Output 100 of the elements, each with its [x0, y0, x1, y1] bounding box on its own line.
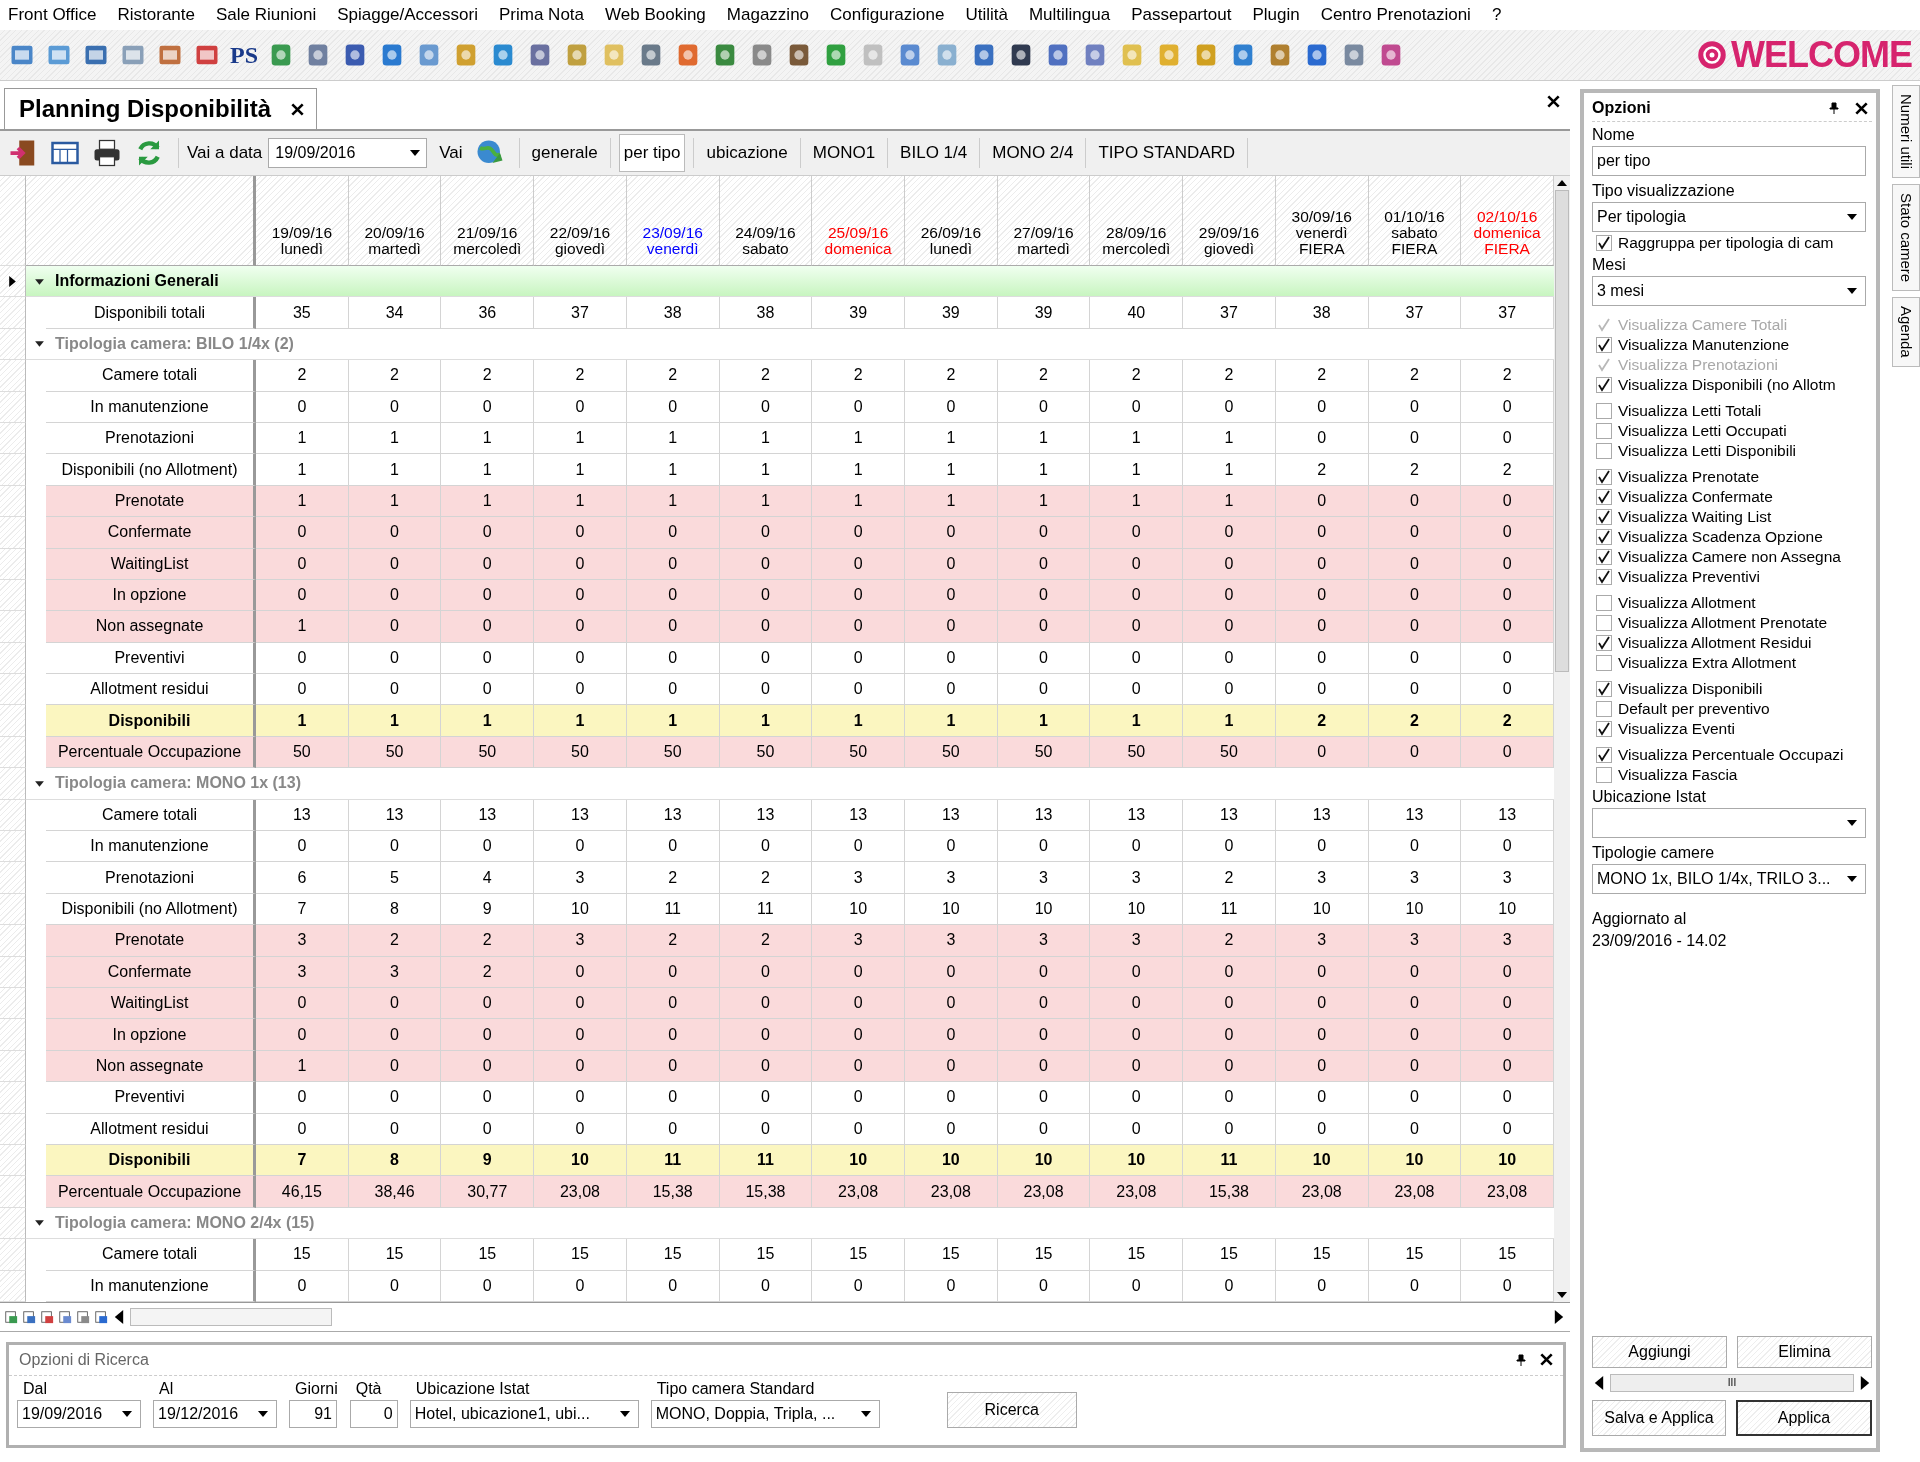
group-header[interactable]: Informazioni Generali	[26, 266, 1554, 298]
checkbox-label[interactable]: Visualizza Allotment	[1618, 594, 1756, 612]
dropdown-icon[interactable]	[122, 1410, 132, 1417]
checkbox[interactable]	[1596, 655, 1612, 671]
checkbox[interactable]	[1596, 635, 1612, 651]
panel-button[interactable]: Salva e Applica	[1592, 1400, 1726, 1436]
checkbox-label[interactable]: Visualizza Allotment Residui	[1618, 634, 1812, 652]
menu-item[interactable]: Configurazione	[830, 5, 945, 25]
scroll-left-icon[interactable]	[112, 1309, 126, 1324]
checkbox[interactable]	[1596, 549, 1612, 565]
close-icon[interactable]	[1547, 95, 1560, 108]
panel-button[interactable]: Aggiungi	[1592, 1336, 1727, 1368]
checkbox[interactable]	[1596, 423, 1612, 439]
export-icon[interactable]	[22, 1309, 36, 1324]
view-tab[interactable]: MONO1	[808, 135, 880, 171]
search-button[interactable]: Ricerca	[946, 1391, 1077, 1428]
toolbar-label[interactable]: PS	[230, 41, 258, 69]
checkbox[interactable]	[1596, 615, 1612, 631]
menu-item[interactable]: Plugin	[1252, 5, 1300, 25]
close-icon[interactable]	[291, 102, 304, 116]
column-header[interactable]: 01/10/16 sabato FIERA	[1368, 176, 1462, 266]
checkbox[interactable]	[1596, 767, 1612, 783]
menu-item[interactable]: Ristorante	[117, 5, 195, 25]
checkbox[interactable]	[1596, 701, 1612, 717]
menu-item[interactable]: Web Booking	[605, 5, 706, 25]
column-header[interactable]: 28/09/16 mercoledì	[1090, 176, 1184, 266]
checkbox[interactable]	[1596, 595, 1612, 611]
checkbox-label[interactable]: Visualizza Disponibili (no Allotm	[1618, 376, 1836, 394]
checkbox-label[interactable]: Visualizza Scadenza Opzione	[1618, 528, 1823, 546]
view-tab[interactable]: TIPO STANDARD	[1094, 135, 1240, 171]
close-icon[interactable]	[1540, 1353, 1553, 1367]
checkbox[interactable]	[1596, 509, 1612, 525]
combo-field[interactable]: MONO, Doppia, Tripla, ...	[650, 1399, 880, 1428]
months-dropdown[interactable]: 3 mesi	[1592, 276, 1866, 306]
checkbox-label[interactable]: Visualizza Letti Disponibili	[1618, 442, 1797, 460]
dropdown-icon[interactable]	[410, 150, 421, 156]
column-header[interactable]: 26/09/16 lunedì	[905, 176, 998, 266]
menu-item[interactable]: Spiagge/Accessori	[337, 5, 478, 25]
checkbox-label[interactable]: Visualizza Eventi	[1618, 720, 1735, 738]
caret-icon[interactable]	[34, 338, 45, 350]
column-header[interactable]: 20/09/16 martedì	[348, 176, 442, 266]
column-header[interactable]: 24/09/16 sabato	[719, 176, 813, 266]
dropdown-icon[interactable]	[258, 1410, 268, 1417]
checkbox-label[interactable]: Visualizza Letti Totali	[1618, 402, 1762, 420]
export-icon[interactable]	[4, 1309, 18, 1324]
side-tab[interactable]: Numeri utili	[1892, 85, 1920, 178]
go-button[interactable]: Vai	[433, 143, 469, 163]
scroll-left-icon[interactable]	[1592, 1376, 1606, 1390]
menu-item[interactable]: Sale Riunioni	[216, 5, 317, 25]
row-header[interactable]	[0, 266, 26, 298]
view-tab[interactable]: per tipo	[618, 134, 686, 172]
column-header[interactable]: 30/09/16 venerdì FIERA	[1275, 176, 1369, 266]
export-icon[interactable]	[94, 1309, 108, 1324]
checkbox[interactable]	[1596, 569, 1612, 585]
document-tab[interactable]: Planning Disponibilità	[4, 88, 317, 129]
checkbox-label[interactable]: Visualizza Percentuale Occupazi	[1618, 746, 1844, 764]
dropdown-icon[interactable]	[860, 1410, 871, 1417]
menu-item[interactable]: Passepartout	[1131, 5, 1232, 25]
dropdown-icon[interactable]	[619, 1410, 630, 1417]
column-header[interactable]: 27/09/16 martedì	[997, 176, 1091, 266]
checkbox-label[interactable]: Visualizza Allotment Prenotate	[1618, 614, 1828, 632]
checkbox[interactable]	[1596, 337, 1612, 353]
checkbox[interactable]	[1596, 489, 1612, 505]
combo-field[interactable]: 19/09/2016	[17, 1399, 141, 1428]
checkbox-label[interactable]: Visualizza Camere non Assegna	[1618, 548, 1841, 566]
column-header[interactable]: 23/09/16 venerdì	[626, 176, 720, 266]
menu-item[interactable]: ?	[1491, 5, 1502, 25]
menu-item[interactable]: Multilingua	[1028, 5, 1111, 25]
checkbox[interactable]	[1596, 681, 1612, 697]
checkbox[interactable]	[1596, 403, 1612, 419]
menu-item[interactable]: Centro Prenotazioni	[1320, 5, 1471, 25]
checkbox-label[interactable]: Visualizza Confermate	[1618, 488, 1773, 506]
checkbox[interactable]	[1596, 721, 1612, 737]
combo-field[interactable]: Hotel, ubicazione1, ubi...	[409, 1399, 639, 1428]
view-tab[interactable]: BILO 1/4	[896, 135, 972, 171]
dropdown-icon[interactable]	[1847, 288, 1857, 294]
view-tab[interactable]: MONO 2/4	[988, 135, 1078, 171]
checkbox-label[interactable]: Raggruppa per tipologia di cam	[1618, 234, 1834, 252]
scroll-right-icon[interactable]	[1858, 1376, 1872, 1390]
checkbox-label[interactable]: Visualizza Preventivi	[1618, 568, 1760, 586]
number-field[interactable]: 91	[289, 1399, 337, 1428]
column-header[interactable]: 29/09/16 giovedì	[1183, 176, 1276, 266]
number-field[interactable]: 0	[349, 1399, 398, 1428]
view-tab[interactable]: ubicazione	[702, 135, 792, 171]
checkbox-label[interactable]: Default per preventivo	[1618, 700, 1770, 718]
checkbox[interactable]	[1596, 377, 1612, 393]
printer-icon[interactable]	[92, 138, 122, 168]
panel-button[interactable]: Applica	[1736, 1400, 1872, 1436]
menu-item[interactable]: Front Office	[8, 5, 97, 25]
pin-icon[interactable]	[1516, 1353, 1526, 1366]
scroll-right-icon[interactable]	[1552, 1309, 1566, 1324]
checkbox-label[interactable]: Visualizza Disponibili	[1618, 680, 1763, 698]
checkbox-label[interactable]: Visualizza Manutenzione	[1618, 336, 1790, 354]
menu-item[interactable]: Utilità	[965, 5, 1008, 25]
dropdown-icon[interactable]	[1847, 820, 1857, 826]
checkbox-label[interactable]: Visualizza Letti Occupati	[1618, 422, 1787, 440]
checkbox[interactable]	[1596, 443, 1612, 459]
side-tab[interactable]: Agenda	[1892, 297, 1920, 367]
checkbox[interactable]	[1596, 529, 1612, 545]
scrollbar-thumb[interactable]	[1555, 190, 1569, 672]
